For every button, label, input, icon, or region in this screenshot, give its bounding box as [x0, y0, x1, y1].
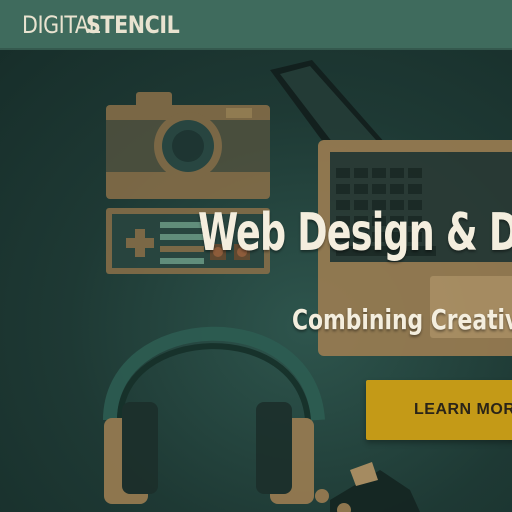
site-logo[interactable]: DIGITAL STENCIL [22, 11, 195, 39]
hero-illustration [103, 60, 512, 512]
guitar-icon [315, 462, 420, 512]
hero-headline: Web Design & D [198, 202, 512, 263]
hero-subheadline: Combining Creativit [292, 303, 512, 337]
page: DIGITAL STENCIL Web Design & D Combining… [0, 0, 512, 512]
top-navbar: DIGITAL STENCIL [0, 0, 512, 50]
camera-icon [106, 92, 270, 199]
logo-text-bold: STENCIL [86, 11, 180, 39]
learn-more-button[interactable]: LEARN MOR [366, 380, 512, 440]
hero-section: Web Design & D Combining Creativit LEARN… [0, 48, 512, 512]
learn-more-label: LEARN MOR [414, 401, 512, 418]
headphones-icon [103, 326, 325, 504]
